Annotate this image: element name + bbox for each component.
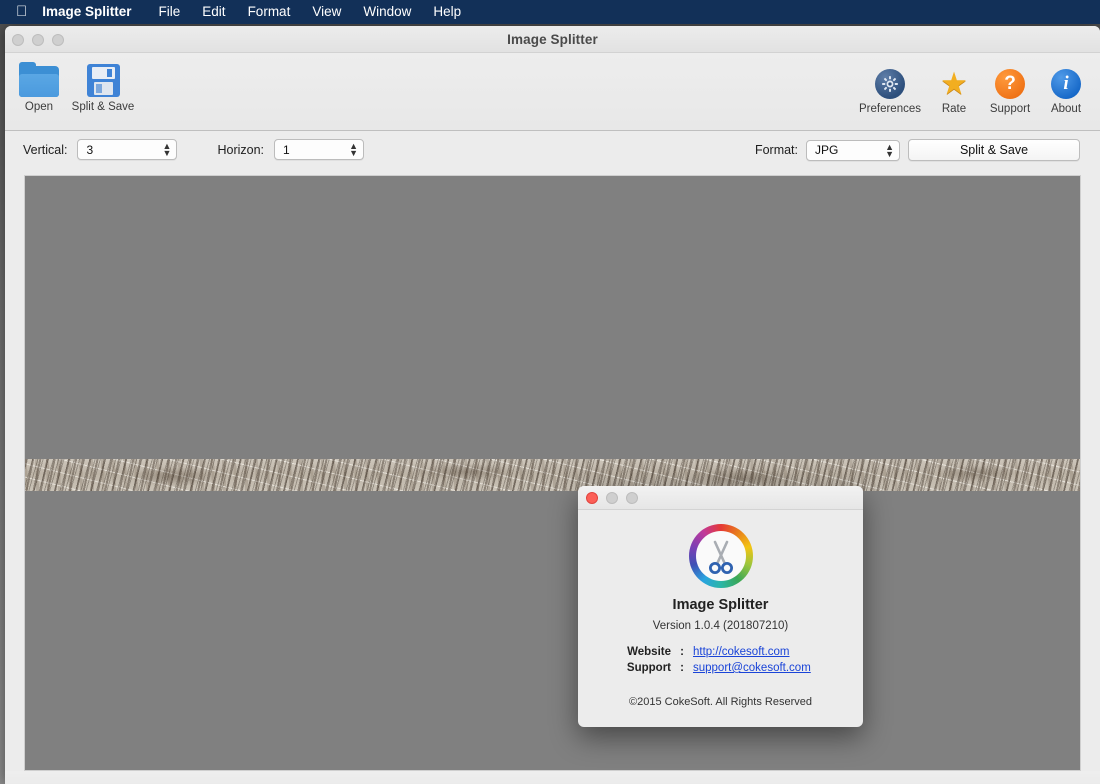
- support-label: Support: [990, 103, 1030, 115]
- about-website-row: Website : http://cokesoft.com: [613, 644, 828, 660]
- split-save-toolbar-label: Split & Save: [72, 101, 135, 113]
- about-button[interactable]: i About: [1038, 57, 1094, 115]
- preferences-label: Preferences: [859, 103, 921, 115]
- info-icon: i: [1051, 61, 1081, 99]
- close-button[interactable]: [12, 34, 24, 46]
- open-button-label: Open: [25, 101, 53, 113]
- preferences-button[interactable]: Preferences: [854, 57, 926, 115]
- rate-button[interactable]: ★ Rate: [926, 57, 982, 115]
- about-links: Website : http://cokesoft.com Support : …: [613, 644, 828, 676]
- about-website-colon: :: [671, 644, 693, 660]
- about-body: Image Splitter Version 1.0.4 (201807210)…: [578, 510, 863, 708]
- about-support-link[interactable]: support@cokesoft.com: [693, 660, 811, 676]
- floppy-disk-icon: [87, 59, 120, 97]
- question-mark-icon: ?: [995, 61, 1025, 99]
- zoom-button[interactable]: [52, 34, 64, 46]
- about-website-link[interactable]: http://cokesoft.com: [693, 644, 790, 660]
- format-label: Format:: [755, 143, 798, 157]
- about-app-name: Image Splitter: [578, 597, 863, 613]
- horizon-select[interactable]: 1 ▲▼: [274, 139, 364, 160]
- options-left-group: Vertical: 3 ▲▼ Horizon: 1 ▲▼: [23, 139, 364, 160]
- vertical-value: 3: [86, 143, 93, 157]
- window-controls: [12, 34, 64, 46]
- stepper-chevron-icon: ▲▼: [163, 143, 172, 157]
- menu-item-help[interactable]: Help: [422, 0, 472, 24]
- options-right-group: Format: JPG ▲▼ Split & Save: [755, 139, 1080, 161]
- support-button[interactable]: ? Support: [982, 57, 1038, 115]
- split-save-button[interactable]: Split & Save: [908, 139, 1080, 161]
- menu-app-name[interactable]: Image Splitter: [40, 0, 147, 24]
- horizon-value: 1: [283, 143, 290, 157]
- options-bar: Vertical: 3 ▲▼ Horizon: 1 ▲▼ Format: JPG…: [5, 131, 1100, 171]
- stepper-chevron-icon: ▲▼: [885, 144, 894, 158]
- about-title-bar: [578, 486, 863, 510]
- screen:  Image Splitter File Edit Format View W…: [0, 0, 1100, 784]
- horizon-label: Horizon:: [217, 143, 264, 157]
- about-website-label: Website: [613, 644, 671, 660]
- toolbar: Open Split & Save: [5, 53, 1100, 131]
- toolbar-right-group: Preferences ★ Rate ? Support i: [854, 57, 1094, 115]
- folder-icon: [19, 59, 59, 97]
- vertical-select[interactable]: 3 ▲▼: [77, 139, 177, 160]
- minimize-button[interactable]: [32, 34, 44, 46]
- menu-item-window[interactable]: Window: [352, 0, 422, 24]
- window-title-bar: Image Splitter: [5, 26, 1100, 53]
- window-title: Image Splitter: [5, 26, 1100, 53]
- footer-bar: ↑↑↑ Drag & Drop Image Above ↑↑↑: [5, 771, 1100, 784]
- menu-item-file[interactable]: File: [148, 0, 192, 24]
- about-support-colon: :: [671, 660, 693, 676]
- star-icon: ★: [940, 61, 968, 99]
- image-drop-canvas[interactable]: [24, 175, 1081, 771]
- about-close-button[interactable]: [586, 492, 598, 504]
- scissors-rainbow-icon: [689, 524, 753, 588]
- about-window-controls: [586, 492, 638, 504]
- stepper-chevron-icon: ▲▼: [349, 143, 358, 157]
- about-support-label: Support: [613, 660, 671, 676]
- menu-item-edit[interactable]: Edit: [191, 0, 236, 24]
- open-button[interactable]: Open: [11, 55, 67, 113]
- format-value: JPG: [815, 143, 838, 157]
- menu-item-view[interactable]: View: [301, 0, 352, 24]
- menu-item-format[interactable]: Format: [237, 0, 302, 24]
- main-window: Image Splitter Open Split & Save: [5, 26, 1100, 784]
- loaded-image-strip: [25, 459, 1080, 491]
- about-support-row: Support : support@cokesoft.com: [613, 660, 828, 676]
- about-copyright: ©2015 CokeSoft. All Rights Reserved: [578, 696, 863, 708]
- rate-label: Rate: [942, 103, 966, 115]
- gear-icon: [875, 61, 905, 99]
- split-save-toolbar-button[interactable]: Split & Save: [67, 55, 139, 113]
- format-select[interactable]: JPG ▲▼: [806, 140, 900, 161]
- canvas-area: [5, 171, 1100, 771]
- menu-bar:  Image Splitter File Edit Format View W…: [0, 0, 1100, 24]
- about-zoom-button[interactable]: [626, 492, 638, 504]
- apple-logo-icon[interactable]: : [0, 4, 40, 19]
- about-version: Version 1.0.4 (201807210): [578, 620, 863, 632]
- about-dialog: Image Splitter Version 1.0.4 (201807210)…: [578, 486, 863, 727]
- about-minimize-button[interactable]: [606, 492, 618, 504]
- toolbar-left-group: Open Split & Save: [11, 55, 139, 113]
- vertical-label: Vertical:: [23, 143, 67, 157]
- about-label: About: [1051, 103, 1081, 115]
